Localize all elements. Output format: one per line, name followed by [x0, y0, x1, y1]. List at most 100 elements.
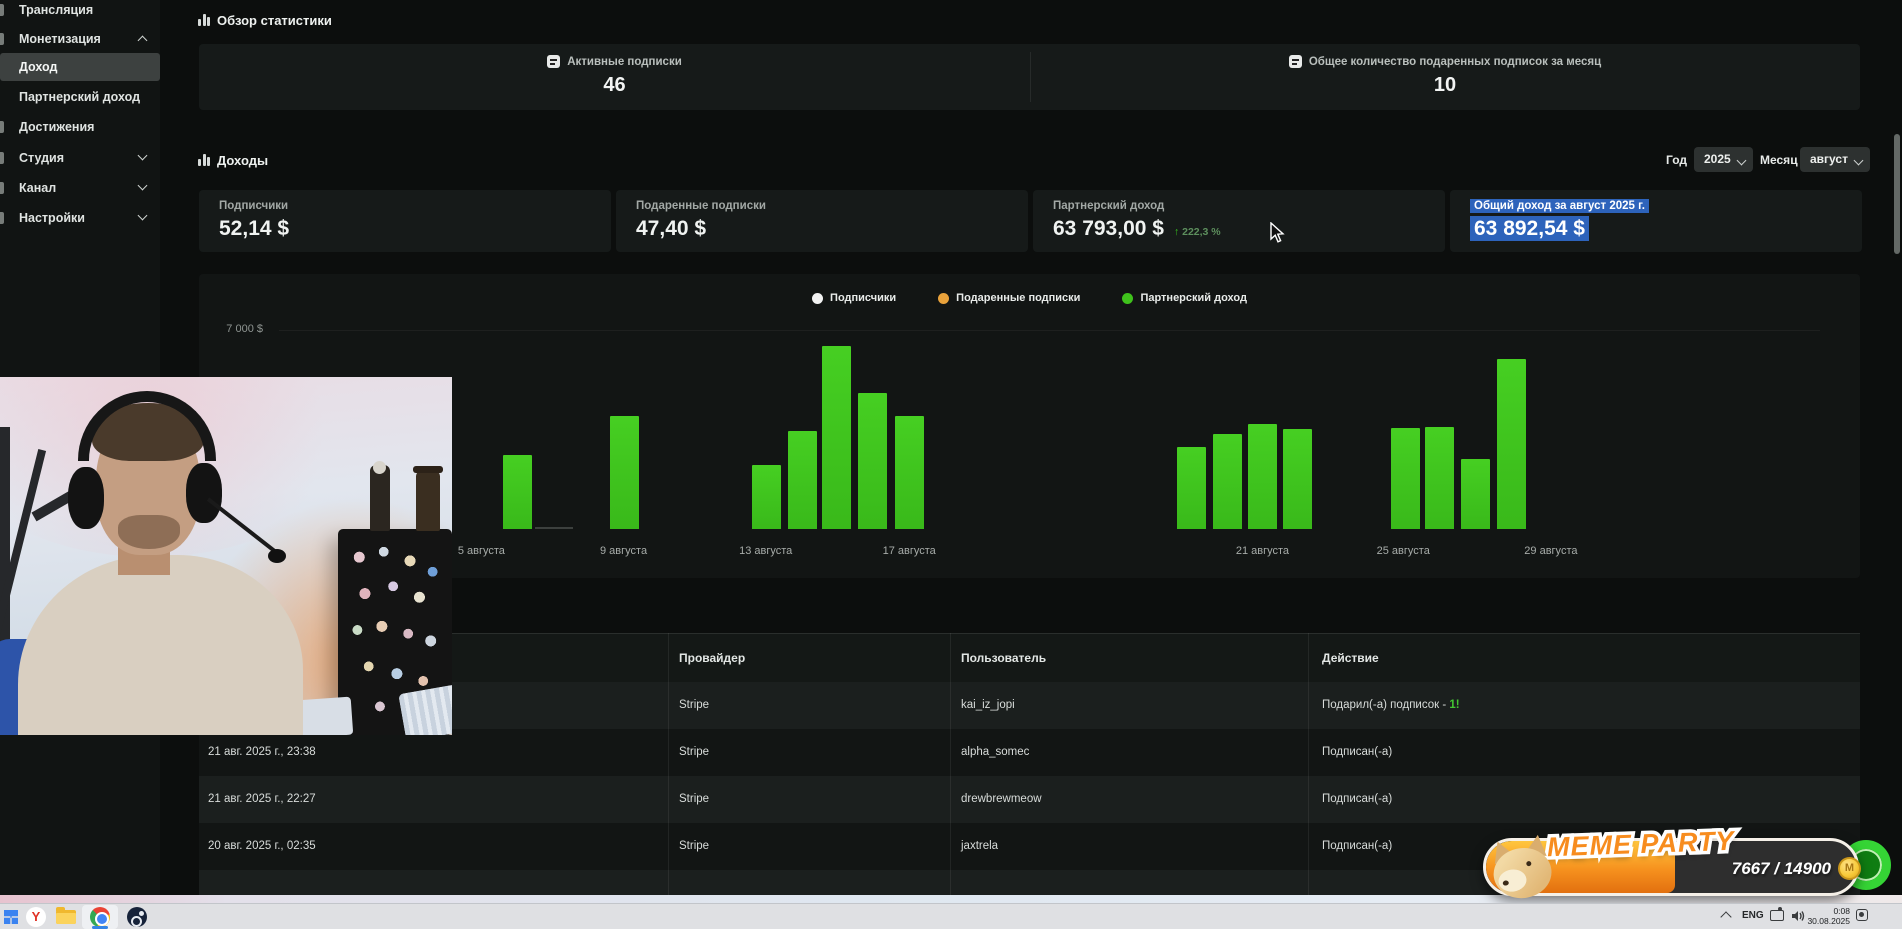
sidebar-item-label: Достижения: [19, 120, 95, 134]
cell-date: 20 авг. 2025 г., 02:35: [208, 840, 316, 852]
yandex-browser-icon: Y: [26, 907, 46, 927]
x-axis-tick: 9 августа: [600, 545, 648, 557]
cell-date: 21 авг. 2025 г., 22:27: [208, 793, 316, 805]
sidebar-item-partner-income[interactable]: Партнерский доход: [0, 83, 160, 111]
file-explorer-icon: [56, 907, 76, 924]
cell-provider: Stripe: [679, 699, 710, 711]
doge-icon: [1487, 833, 1558, 902]
revenue-value: 47,40 $: [636, 217, 707, 240]
sidebar-item-income[interactable]: Доход: [0, 53, 160, 81]
chrome-button-active[interactable]: [82, 905, 118, 929]
year-label: Год: [1666, 153, 1687, 167]
stat-gifted-subs: Общее количество подаренных подписок за …: [1030, 44, 1860, 110]
stat-value: 46: [603, 74, 626, 96]
start-button[interactable]: [0, 906, 22, 928]
cell-action: Подписан(-а): [1322, 746, 1393, 758]
display-icon[interactable]: [1770, 907, 1784, 921]
chevron-down-icon: [137, 210, 148, 221]
cell-date: 21 авг. 2025 г., 23:38: [208, 746, 316, 758]
revenue-card-gifted: Подаренные подписки 47,40 $: [616, 190, 1028, 252]
x-axis-tick: 17 августа: [882, 545, 936, 557]
tray-time: 0:08: [1833, 906, 1850, 916]
year-value: 2025: [1704, 152, 1731, 166]
scrollbar-thumb[interactable]: [1894, 134, 1900, 254]
cell-provider: Stripe: [679, 840, 710, 852]
sidebar-item-label: Настройки: [19, 211, 85, 225]
x-axis-tick: 29 августа: [1524, 545, 1578, 557]
cell-user: drewbrewmeow: [961, 793, 1042, 805]
column-header-action: Действие: [1322, 651, 1379, 665]
revenue-value: 52,14 $: [219, 217, 290, 240]
chevron-down-icon: [1736, 155, 1747, 166]
stat-value: 10: [1433, 74, 1457, 96]
selected-text: 63 892,54 $: [1470, 216, 1589, 241]
overview-title: Обзор статистики: [217, 13, 332, 28]
sidebar-item-label: Доход: [19, 60, 58, 74]
windows-logo-icon: [4, 910, 18, 924]
stat-label: Активные подписки: [567, 55, 682, 68]
figurine-right: [413, 466, 443, 531]
revenue-label: Общий доход за август 2025 г.: [1470, 199, 1649, 213]
cell-provider: Stripe: [679, 746, 710, 758]
revenue-amount: 63 793,00 $: [1053, 217, 1164, 240]
cell-user: kai_iz_jopi: [961, 699, 1015, 711]
x-axis-tick: 25 августа: [1376, 545, 1430, 557]
settings-icon: [0, 212, 4, 224]
meme-progress-text: 7667 / 14900: [1731, 859, 1831, 878]
broadcast-icon: [0, 4, 4, 16]
revenue-delta: ↑ 222,3 %: [1173, 226, 1221, 238]
year-dropdown[interactable]: 2025: [1694, 147, 1753, 172]
x-axis-tick: 13 августа: [739, 545, 793, 557]
steam-button[interactable]: [126, 906, 148, 928]
tray-date: 30.08.2025: [1807, 916, 1850, 926]
notification-icon[interactable]: [1856, 909, 1868, 921]
sidebar-item-settings[interactable]: Настройки: [0, 204, 160, 232]
stat-label: Общее количество подаренных подписок за …: [1308, 55, 1602, 68]
revenue-value: 63 892,54 $: [1470, 216, 1589, 241]
sidebar-item-label: Канал: [19, 181, 57, 195]
studio-icon: [0, 152, 4, 164]
action-highlight: 1!: [1449, 699, 1460, 711]
month-label: Месяц: [1760, 153, 1798, 167]
monetization-icon: [0, 33, 4, 45]
headphone-cup-left: [68, 467, 104, 529]
revenue-card-subscribers: Подписчики 52,14 $: [199, 190, 611, 252]
mic-icon: [268, 549, 286, 563]
file-explorer-button[interactable]: [55, 906, 77, 928]
column-divider: [668, 633, 669, 903]
webcam-overlay: [0, 377, 452, 735]
sidebar-item-studio[interactable]: Студия: [0, 144, 160, 172]
cell-action: Подписан(-а): [1322, 840, 1393, 852]
cell-action: Подарил(-а) подписок - 1!: [1322, 699, 1460, 711]
month-dropdown[interactable]: август: [1800, 147, 1870, 172]
coin-icon: M: [1838, 857, 1861, 880]
revenue-value: 63 793,00 $ ↑ 222,3 %: [1053, 217, 1221, 241]
clock[interactable]: 0:08 30.08.2025: [1804, 906, 1850, 926]
column-divider: [1308, 633, 1309, 903]
revenue-label: Подаренные подписки: [636, 200, 766, 212]
sidebar-item-achievements[interactable]: Достижения: [0, 113, 160, 141]
income-title: Доходы: [217, 153, 269, 168]
subscriptions-icon: [547, 55, 561, 68]
sidebar-item-monetization[interactable]: Монетизация: [0, 25, 160, 53]
overview-stats-card: Активные подписки 46 Общее количество по…: [199, 44, 1860, 110]
selected-text: Общий доход за август 2025 г.: [1470, 199, 1649, 213]
steam-icon: [127, 907, 147, 927]
screen: Трансляция Монетизация Доход Партнерский…: [0, 0, 1902, 929]
channel-icon: [0, 182, 4, 194]
taskbar: Y: [0, 903, 1902, 929]
sidebar-item-channel[interactable]: Канал: [0, 174, 160, 202]
mouse-cursor: [1270, 222, 1285, 243]
month-value: август: [1810, 152, 1848, 166]
sidebar-item-broadcast[interactable]: Трансляция: [0, 0, 160, 24]
column-header-provider: Провайдер: [679, 651, 746, 665]
revenue-card-total: Общий доход за август 2025 г. 63 892,54 …: [1450, 190, 1862, 252]
revenue-card-partner: Партнерский доход 63 793,00 $ ↑ 222,3 %: [1033, 190, 1445, 252]
yandex-browser-button[interactable]: Y: [25, 906, 47, 928]
sidebar-item-label: Монетизация: [19, 32, 101, 46]
achievements-icon: [0, 121, 4, 133]
income-icon: [197, 153, 211, 167]
headphone-cup-right: [186, 463, 222, 523]
cell-user: jaxtrela: [961, 840, 999, 852]
language-indicator[interactable]: ENG: [1742, 910, 1764, 921]
